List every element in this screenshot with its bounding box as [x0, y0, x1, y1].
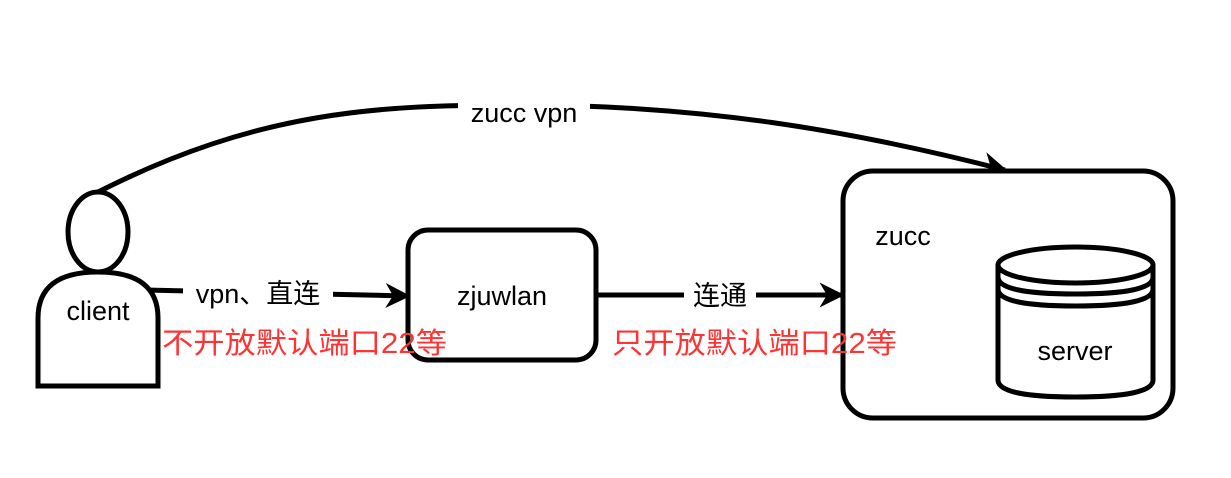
edge-label-vpn-direct: vpn、直连	[196, 279, 321, 309]
zucc-label: zucc	[875, 221, 931, 251]
zjuwlan-label: zjuwlan	[457, 281, 547, 311]
note-ports-closed: 不开放默认端口22等	[162, 327, 447, 360]
edge-label-zucc-vpn: zucc vpn	[471, 98, 578, 128]
server-label: server	[1037, 336, 1112, 366]
network-diagram: client zjuwlan zucc server zucc vpn vpn、…	[0, 0, 1231, 478]
client-label: client	[66, 296, 130, 326]
edge-label-connected: 连通	[693, 281, 747, 311]
server-cylinder-top	[995, 244, 1156, 286]
diagram-canvas: client zjuwlan zucc server zucc vpn vpn、…	[35, 96, 1176, 421]
note-ports-open-only: 只开放默认端口22等	[612, 327, 897, 360]
client-actor-body	[35, 269, 161, 389]
client-actor: client	[35, 189, 161, 389]
server-node: server	[995, 244, 1156, 400]
client-actor-head	[65, 189, 131, 275]
